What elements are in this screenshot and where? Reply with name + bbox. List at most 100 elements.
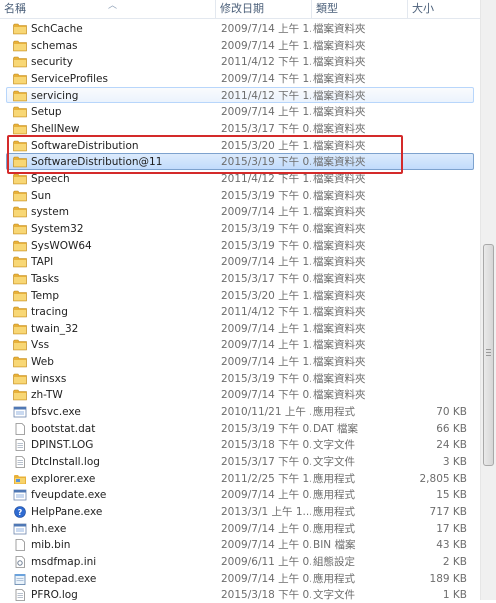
column-header-name[interactable]: 名稱 ︿ bbox=[0, 0, 216, 18]
explorer-icon bbox=[13, 473, 27, 485]
file-date: 2015/3/18 下午 0... bbox=[221, 589, 311, 602]
column-header-name-label: 名稱 bbox=[4, 2, 26, 15]
file-row[interactable]: mib.bin 2009/7/14 上午 0... BIN 檔案 43 KB bbox=[6, 536, 474, 553]
file-name: DtcInstall.log bbox=[31, 456, 100, 469]
file-name: Setup bbox=[31, 106, 62, 119]
column-header-type[interactable]: 類型 bbox=[312, 0, 408, 18]
file-date: 2009/7/14 上午 1... bbox=[221, 339, 311, 352]
file-row[interactable]: bfsvc.exe 2010/11/21 上午 ... 應用程式 70 KB bbox=[6, 403, 474, 420]
file-row[interactable]: Temp 2015/3/20 上午 1... 檔案資料夾 bbox=[6, 287, 474, 304]
file-row[interactable]: System32 2015/3/19 下午 0... 檔案資料夾 bbox=[6, 220, 474, 237]
file-size: 2 KB bbox=[442, 556, 467, 568]
file-row[interactable]: TAPI 2009/7/14 上午 1... 檔案資料夾 bbox=[6, 253, 474, 270]
file-row[interactable]: Setup 2009/7/14 上午 1... 檔案資料夾 bbox=[6, 103, 474, 120]
file-name: hh.exe bbox=[31, 522, 67, 535]
file-row[interactable]: servicing 2011/4/12 下午 1... 檔案資料夾 bbox=[6, 86, 474, 104]
file-row[interactable]: system 2009/7/14 上午 1... 檔案資料夾 bbox=[6, 203, 474, 220]
file-type: 應用程式 bbox=[313, 489, 355, 502]
file-type: 文字文件 bbox=[313, 456, 355, 469]
file-row[interactable]: explorer.exe 2011/2/25 下午 1... 應用程式 2,805 K… bbox=[6, 470, 474, 487]
file-row[interactable]: SchCache 2009/7/14 上午 1... 檔案資料夾 bbox=[6, 20, 474, 37]
file-row[interactable]: Vss 2009/7/14 上午 1... 檔案資料夾 bbox=[6, 336, 474, 353]
file-size bbox=[397, 104, 467, 120]
file-name: Sun bbox=[31, 189, 51, 202]
file-row[interactable]: schemas 2009/7/14 上午 1... 檔案資料夾 bbox=[6, 37, 474, 54]
file-row[interactable]: zh-TW 2009/7/14 下午 0... 檔案資料夾 bbox=[6, 386, 474, 403]
file-row[interactable]: ? HelpPane.exe 2013/3/1 上午 1... 應用程式 717 KB bbox=[6, 503, 474, 520]
file-row[interactable]: DtcInstall.log 2015/3/17 下午 0... 文字文件 3 KB bbox=[6, 453, 474, 470]
file-row[interactable]: ServiceProfiles 2009/7/14 下午 1... 檔案資料夾 bbox=[6, 70, 474, 87]
file-type: 檔案資料夾 bbox=[313, 306, 366, 319]
file-row[interactable]: Web 2009/7/14 上午 1... 檔案資料夾 bbox=[6, 353, 474, 370]
folder-icon bbox=[13, 156, 27, 168]
file-type: 檔案資料夾 bbox=[313, 256, 366, 269]
file-name: winsxs bbox=[31, 372, 67, 385]
file-size bbox=[397, 204, 467, 220]
file-row[interactable]: hh.exe 2009/7/14 上午 0... 應用程式 17 KB bbox=[6, 520, 474, 537]
file-date: 2009/7/14 下午 1... bbox=[221, 72, 311, 85]
file-date: 2015/3/20 上午 1... bbox=[221, 289, 311, 302]
file-row[interactable]: msdfmap.ini 2009/6/11 上午 0... 組態設定 2 KB bbox=[6, 553, 474, 570]
file-row[interactable]: bootstat.dat 2015/3/19 下午 0... DAT 檔案 66 KB bbox=[6, 420, 474, 437]
file-row[interactable]: twain_32 2009/7/14 上午 1... 檔案資料夾 bbox=[6, 320, 474, 337]
file-date: 2015/3/19 下午 0... bbox=[221, 372, 311, 385]
file-date: 2009/7/14 上午 1... bbox=[221, 322, 311, 335]
folder-icon bbox=[13, 123, 27, 135]
file-row[interactable]: ShellNew 2015/3/17 下午 0... 檔案資料夾 bbox=[6, 120, 474, 137]
folder-icon bbox=[13, 290, 27, 302]
file-name: SchCache bbox=[31, 23, 83, 35]
file-row[interactable]: SoftwareDistribution 2015/3/20 上午 1... 檔案資… bbox=[6, 137, 474, 154]
file-name: SysWOW64 bbox=[31, 239, 92, 252]
file-name: bootstat.dat bbox=[31, 422, 96, 435]
file-row[interactable]: SysWOW64 2015/3/19 下午 0... 檔案資料夾 bbox=[6, 237, 474, 254]
file-type: 應用程式 bbox=[313, 506, 355, 519]
file-size bbox=[397, 88, 467, 104]
folder-icon bbox=[13, 206, 27, 218]
exe-icon bbox=[13, 406, 27, 418]
file-row[interactable]: tracing 2011/4/12 下午 1... 檔案資料夾 bbox=[6, 303, 474, 320]
file-type: 應用程式 bbox=[313, 406, 355, 419]
file-size: 43 KB bbox=[436, 539, 467, 552]
file-name: Temp bbox=[31, 289, 59, 302]
file-name: ShellNew bbox=[31, 122, 80, 135]
file-type: 檔案資料夾 bbox=[313, 72, 366, 85]
file-date: 2009/7/14 上午 0... bbox=[221, 539, 311, 552]
file-size: 15 KB bbox=[436, 489, 467, 502]
file-row[interactable]: winsxs 2015/3/19 下午 0... 檔案資料夾 bbox=[6, 370, 474, 387]
log-icon bbox=[13, 456, 27, 468]
column-header-size[interactable]: 大小 bbox=[408, 0, 480, 18]
folder-icon bbox=[13, 23, 27, 35]
folder-icon bbox=[13, 173, 27, 185]
file-row[interactable]: notepad.exe 2009/7/14 上午 0... 應用程式 189 KB bbox=[6, 570, 474, 587]
file-row[interactable]: DPINST.LOG 2015/3/18 下午 0... 文字文件 24 KB bbox=[6, 436, 474, 453]
file-size bbox=[397, 387, 467, 403]
file-date: 2015/3/19 下午 0... bbox=[221, 189, 311, 202]
file-type: 檔案資料夾 bbox=[313, 172, 366, 185]
file-type: 檔案資料夾 bbox=[313, 106, 366, 119]
file-type: 文字文件 bbox=[313, 439, 355, 452]
file-row[interactable]: security 2011/4/12 下午 1... 檔案資料夾 bbox=[6, 53, 474, 70]
file-row[interactable]: Tasks 2015/3/17 下午 0... 檔案資料夾 bbox=[6, 270, 474, 287]
folder-icon bbox=[13, 223, 27, 235]
file-date: 2009/7/14 上午 0... bbox=[221, 572, 311, 585]
vertical-scrollbar[interactable] bbox=[480, 0, 496, 600]
file-row[interactable]: fveupdate.exe 2009/7/14 上午 0... 應用程式 15 KB bbox=[6, 486, 474, 503]
file-row[interactable]: Sun 2015/3/19 下午 0... 檔案資料夾 bbox=[6, 187, 474, 204]
file-name: Tasks bbox=[31, 272, 60, 285]
file-row[interactable]: SoftwareDistribution@11 2015/3/19 下午 0...… bbox=[6, 153, 474, 170]
file-name: DPINST.LOG bbox=[31, 439, 94, 452]
file-date: 2009/7/14 上午 1... bbox=[221, 206, 311, 219]
scrollbar-thumb[interactable] bbox=[483, 244, 494, 466]
file-size bbox=[397, 154, 467, 170]
file-name: zh-TW bbox=[31, 389, 63, 402]
file-size bbox=[397, 321, 467, 337]
file-row[interactable]: PFRO.log 2015/3/18 下午 0... 文字文件 1 KB bbox=[6, 586, 474, 603]
file-date: 2011/4/12 下午 1... bbox=[221, 306, 311, 319]
file-size: 1 KB bbox=[442, 589, 467, 602]
file-date: 2015/3/19 下午 0... bbox=[221, 239, 311, 252]
column-header-date[interactable]: 修改日期 bbox=[216, 0, 312, 18]
folder-icon bbox=[13, 339, 27, 351]
file-row[interactable]: Speech 2011/4/12 下午 1... 檔案資料夾 bbox=[6, 170, 474, 187]
file-date: 2009/7/14 上午 1... bbox=[221, 39, 311, 52]
file-type: 檔案資料夾 bbox=[313, 139, 366, 152]
